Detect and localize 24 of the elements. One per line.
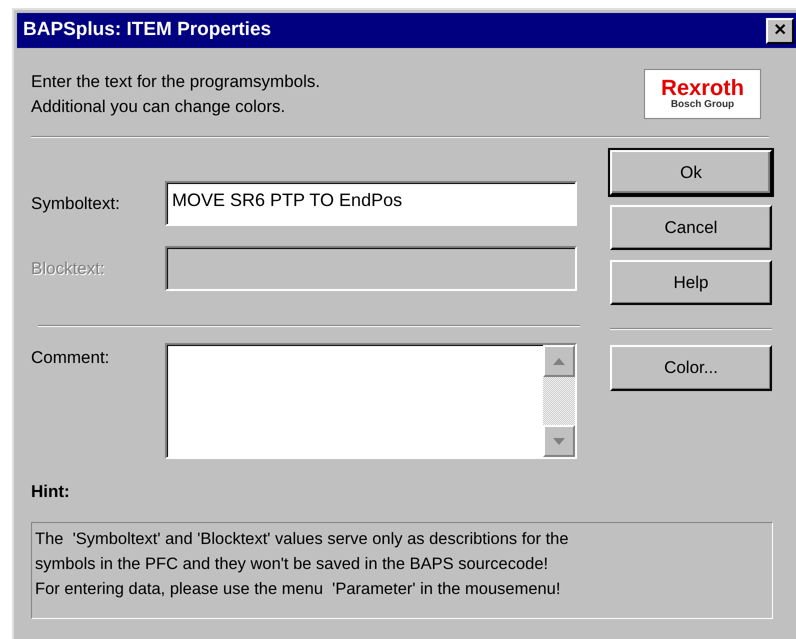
instruction-text: Additional you can change colors. [31, 96, 286, 118]
window-title: BAPSplus: ITEM Properties [23, 18, 272, 42]
hint-text: For entering data, please use the menu 'Parameter' in the mousemenu! [35, 578, 562, 600]
logo-wordmark: Rexroth [660, 77, 744, 99]
field-label: Symboltext: [31, 192, 121, 215]
logo-tagline: Bosch Group [670, 99, 734, 111]
dialog-button[interactable]: Cancel [610, 205, 772, 250]
color-button[interactable]: Color... [610, 345, 772, 391]
down-arrow-icon [553, 438, 565, 444]
up-arrow-icon [553, 358, 565, 364]
comment-label: Comment: [31, 347, 110, 369]
dialog-button[interactable]: Help [610, 260, 772, 305]
hint-text: symbols in the PFC and they won't be saved in the BAPS sourcecode! [35, 554, 550, 574]
hint-text: The 'Symboltext' and 'Blocktext' values serve only as describtions for the [35, 528, 570, 550]
instruction-text: Enter the text for the programsymbols. [31, 71, 322, 93]
comment-field[interactable] [165, 343, 577, 459]
scrollbar[interactable] [543, 345, 575, 457]
dialog-button[interactable]: Ok [610, 150, 772, 195]
hint-heading: Hint: [31, 481, 71, 503]
close-button[interactable]: ✕ [766, 18, 794, 44]
scroll-down-button[interactable] [543, 425, 575, 457]
scroll-up-button[interactable] [543, 345, 575, 377]
text-field[interactable]: MOVE SR6 PTP TO EndPos [165, 181, 577, 226]
field-label: Blocktext: [31, 258, 106, 280]
